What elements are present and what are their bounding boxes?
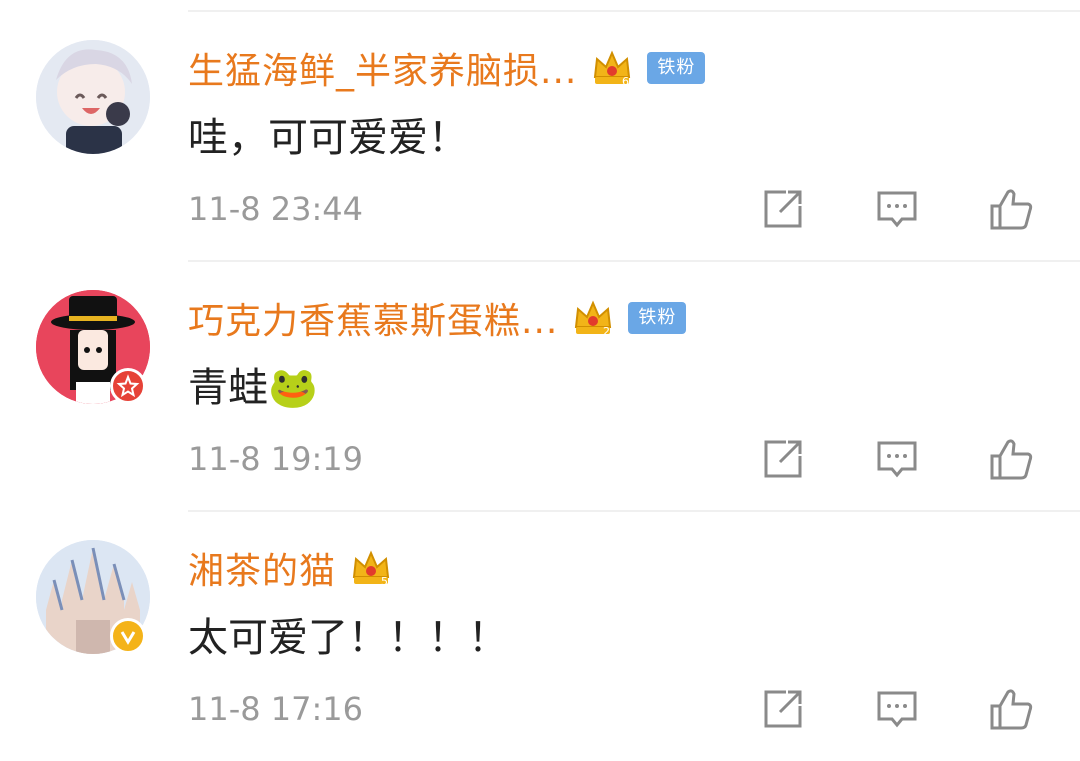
crown-level: 2 <box>603 325 610 338</box>
like-icon <box>990 689 1033 730</box>
reply-button[interactable] <box>874 436 920 482</box>
username[interactable]: 生猛海鲜_半家养脑损... <box>188 42 577 94</box>
share-icon <box>764 190 802 228</box>
reply-button[interactable] <box>874 686 920 732</box>
like-button[interactable] <box>988 686 1034 732</box>
comment-text: 太可爱了！！！！ <box>188 615 508 661</box>
comment-item: 生猛海鲜_半家养脑损... 6 铁粉 哇，可可爱爱！ 11-8 23:44 <box>0 0 1080 250</box>
fan-badge: 铁粉 <box>647 52 706 84</box>
avatar[interactable] <box>36 40 150 154</box>
comment-text: 青蛙🐸 <box>188 365 318 411</box>
crown-icon: 6 <box>594 50 631 88</box>
username[interactable]: 巧克力香蕉慕斯蛋糕... <box>188 292 558 344</box>
like-button[interactable] <box>988 436 1034 482</box>
username[interactable]: 湘茶的猫 <box>188 542 336 594</box>
like-button[interactable] <box>988 186 1034 232</box>
crown-icon: 2 <box>575 300 612 338</box>
share-icon <box>764 440 802 478</box>
crown-level: 5 <box>381 575 388 588</box>
reply-icon <box>877 191 917 228</box>
share-button[interactable] <box>760 186 806 232</box>
verified-badge <box>110 618 146 654</box>
like-icon <box>990 439 1033 480</box>
share-button[interactable] <box>760 686 806 732</box>
share-icon <box>764 690 802 728</box>
crown-icon: 5 <box>352 550 390 588</box>
fan-badge: 铁粉 <box>628 302 687 334</box>
comment-item: 湘茶的猫 5 太可爱了！！！！ 11-8 17:16 <box>0 500 1080 750</box>
crown-level: 6 <box>622 75 629 88</box>
timestamp: 11-8 17:16 <box>188 690 364 728</box>
timestamp: 11-8 23:44 <box>188 190 364 228</box>
reply-icon <box>877 691 917 728</box>
comment-item: 巧克力香蕉慕斯蛋糕... 2 铁粉 青蛙🐸 11-8 19:19 <box>0 250 1080 500</box>
reply-icon <box>877 441 917 478</box>
verified-badge <box>110 368 146 404</box>
reply-button[interactable] <box>874 186 920 232</box>
comment-text: 哇，可可爱爱！ <box>188 115 468 161</box>
share-button[interactable] <box>760 436 806 482</box>
timestamp: 11-8 19:19 <box>188 440 364 478</box>
like-icon <box>990 189 1033 230</box>
